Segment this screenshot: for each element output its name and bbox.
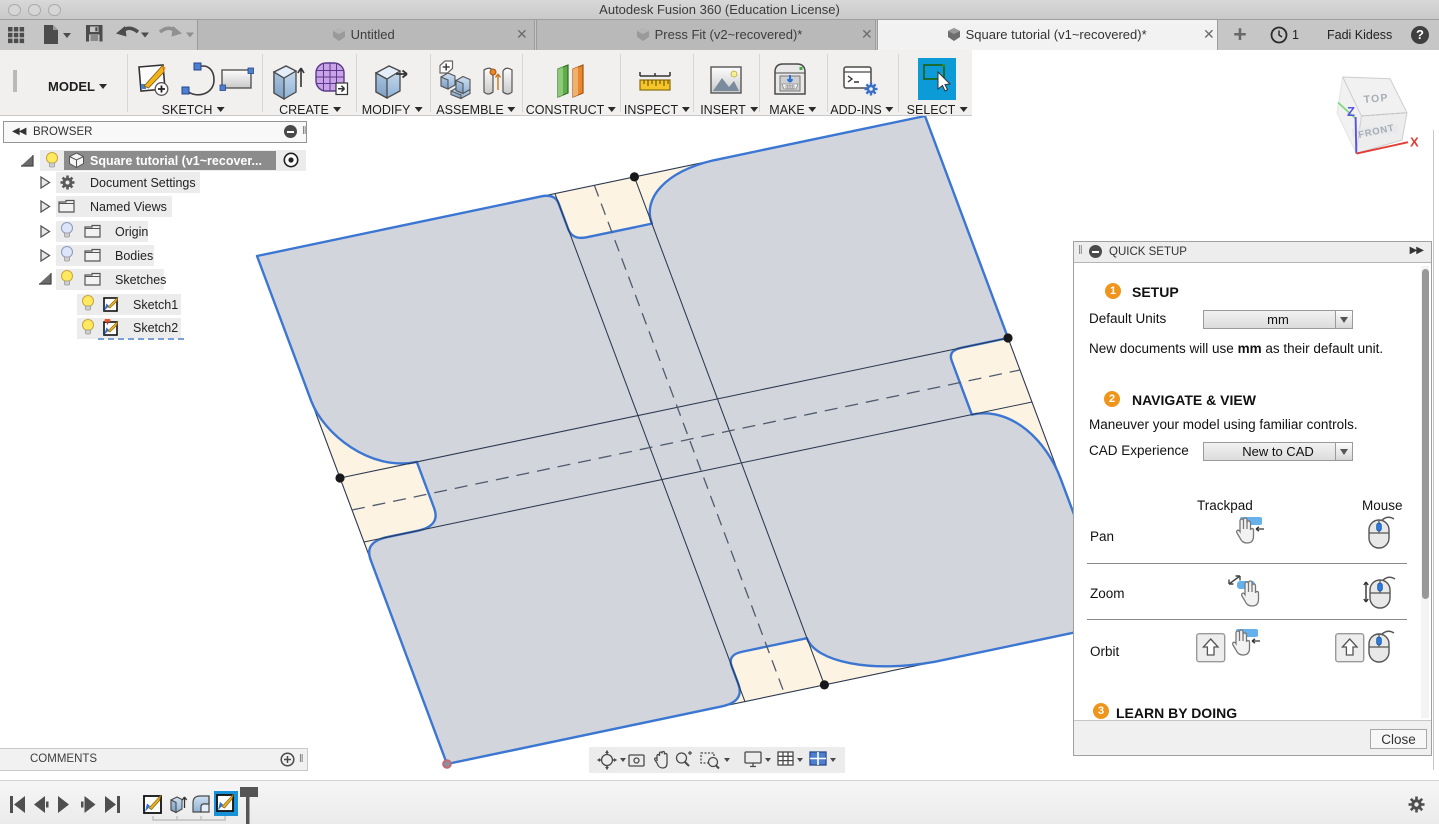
svg-text:TOP: TOP [1363,92,1389,106]
svg-text:Z: Z [1347,104,1355,119]
svg-text:X: X [1410,135,1419,150]
